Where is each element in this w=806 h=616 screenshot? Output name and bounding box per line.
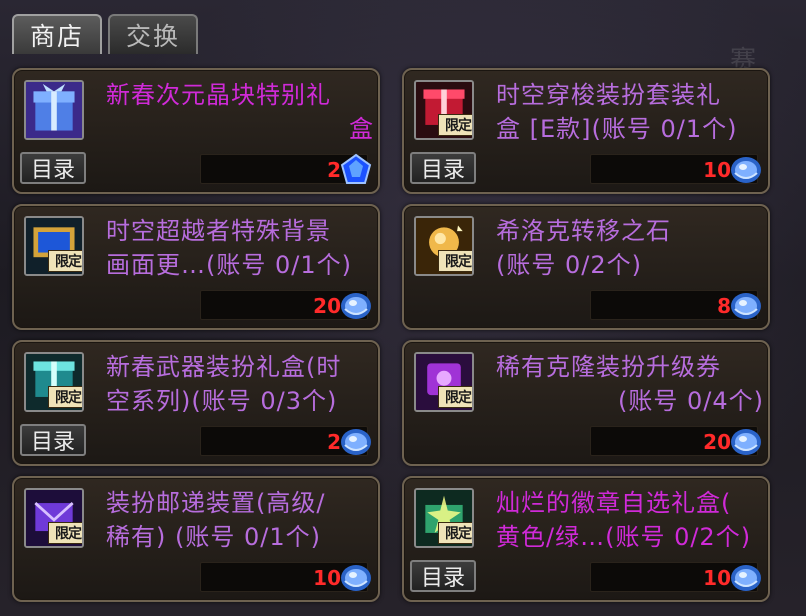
item-name-line: 时空穿梭装扮套装礼 [496,81,721,109]
shop-item-card[interactable]: 限定 希洛克转移之石 (账号 0/2个) 8 [402,204,770,330]
shop-item-card[interactable]: 目录 新春次元晶块特别礼盒 2 [12,68,380,194]
gift-box-icon[interactable] [24,80,84,140]
price-bar: 20 [590,426,761,456]
item-name-line: 画面更…(账号 0/1个) [106,251,352,279]
limited-badge: 限定 [438,386,472,408]
currency-coin-icon [341,293,371,319]
price-bar: 10 [590,154,761,184]
price-value: 10 [313,566,341,590]
price-bar: 20 [200,290,371,320]
currency-coin-icon [341,565,371,591]
item-name-line: 盒 [349,115,374,143]
item-name-line: 新春武器装扮礼盒(时 [106,353,342,381]
item-name-line: 时空超越者特殊背景 [106,217,331,245]
mail-device-icon[interactable]: 限定 [24,488,84,548]
currency-coin-icon [731,293,761,319]
item-name-line: 新春次元晶块特别礼 [106,81,331,109]
shop-item-card[interactable]: 限定 稀有克隆装扮升级券 (账号 0/4个) 20 [402,340,770,466]
item-name-line: (账号 0/2个) [496,251,642,279]
item-name: 灿烂的徽章自选礼盒( 黄色/绿…(账号 0/2个) [496,486,764,554]
shop-item-card[interactable]: 限定 时空超越者特殊背景 画面更…(账号 0/1个) 20 [12,204,380,330]
currency-coin-icon [341,429,371,455]
item-name: 新春次元晶块特别礼盒 [106,78,374,146]
item-name-line: 盒 [E款](账号 0/1个) [496,115,738,143]
item-name-line: 灿烂的徽章自选礼盒( [496,489,732,517]
item-name: 装扮邮递装置(高级/稀有) (账号 0/1个) [106,486,374,554]
item-name: 稀有克隆装扮升级券 (账号 0/4个) [496,350,764,418]
limited-badge: 限定 [48,386,82,408]
price-value: 20 [703,430,731,454]
emblem-box-icon[interactable]: 限定 [414,488,474,548]
currency-coin-icon [731,565,761,591]
item-name: 新春武器装扮礼盒(时 空系列)(账号 0/3个) [106,350,374,418]
item-name: 时空穿梭装扮套装礼盒 [E款](账号 0/1个) [496,78,764,146]
shop-item-card[interactable]: 限定 目录 新春武器装扮礼盒(时 空系列)(账号 0/3个) 2 [12,340,380,466]
catalog-button[interactable]: 目录 [20,152,86,184]
item-name-line: 稀有克隆装扮升级券 [496,353,721,381]
item-name-line: 黄色/绿…(账号 0/2个) [496,523,752,551]
shop-item-card[interactable]: 限定目录 灿烂的徽章自选礼盒( 黄色/绿…(账号 0/2个) 10 [402,476,770,602]
item-name-line: 稀有) (账号 0/1个) [106,523,321,551]
shop-item-card[interactable]: 限定 装扮邮递装置(高级/稀有) (账号 0/1个) 10 [12,476,380,602]
catalog-button[interactable]: 目录 [20,424,86,456]
weapon-box-icon[interactable]: 限定 [24,352,84,412]
limited-badge: 限定 [48,522,82,544]
limited-badge: 限定 [438,114,472,136]
item-name-line: 空系列)(账号 0/3个) [106,387,338,415]
price-bar: 10 [590,562,761,592]
price-bar: 10 [200,562,371,592]
catalog-button[interactable]: 目录 [410,560,476,592]
price-bar: 8 [590,290,761,320]
gem-icon [340,153,372,184]
currency-coin-icon [731,157,761,183]
background-frame-icon[interactable]: 限定 [24,216,84,276]
item-name-line: (账号 0/4个) [618,387,764,415]
currency-coin-icon [731,429,761,455]
red-gift-box-icon[interactable]: 限定 [414,80,474,140]
upgrade-ticket-icon[interactable]: 限定 [414,352,474,412]
item-name-line: 希洛克转移之石 [496,217,671,245]
limited-badge: 限定 [438,522,472,544]
price-bar: 2 [200,426,371,456]
limited-badge: 限定 [438,250,472,272]
price-value: 20 [313,294,341,318]
price-value: 10 [703,158,731,182]
item-name-line: 装扮邮递装置(高级/ [106,489,326,517]
price-bar: 2 [200,153,372,184]
limited-badge: 限定 [48,250,82,272]
item-name: 时空超越者特殊背景 画面更…(账号 0/1个) [106,214,374,282]
item-name: 希洛克转移之石 (账号 0/2个) [496,214,764,282]
price-value: 10 [703,566,731,590]
shop-item-grid: 目录 新春次元晶块特别礼盒 2 限定 目录 时空穿梭装扮套装礼盒 [E款](账号 0/1个… [0,0,806,616]
catalog-button[interactable]: 目录 [410,152,476,184]
shop-item-card[interactable]: 限定 目录 时空穿梭装扮套装礼盒 [E款](账号 0/1个) 10 [402,68,770,194]
transfer-stone-icon[interactable]: 限定 [414,216,474,276]
